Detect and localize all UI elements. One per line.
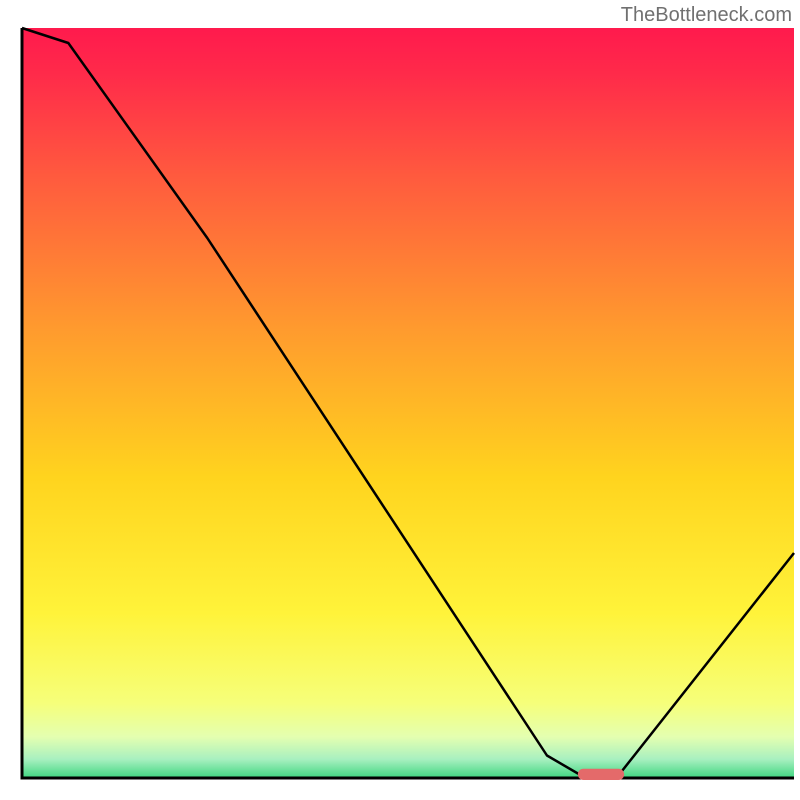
- chart-container: TheBottleneck.com: [0, 0, 800, 800]
- optimal-marker: [578, 769, 624, 780]
- watermark-text: TheBottleneck.com: [621, 4, 792, 27]
- bottleneck-chart: [0, 0, 800, 800]
